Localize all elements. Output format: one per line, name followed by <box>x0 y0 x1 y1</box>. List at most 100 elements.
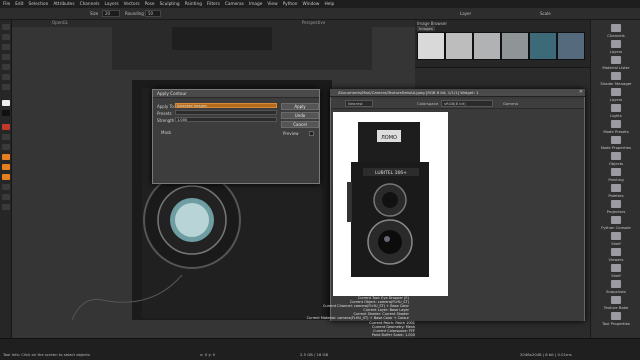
viewport-info-overlay: Current Patch: Patch 1001 Current Geomet… <box>220 321 415 338</box>
images-tab[interactable]: Images <box>417 26 435 31</box>
colorspace-dropdown[interactable]: sRGB(8 bit) <box>441 100 493 107</box>
zoom-tool-icon[interactable] <box>2 74 10 80</box>
tray-projectors[interactable]: Projectors <box>594 200 638 214</box>
menu-image[interactable]: Image <box>249 2 262 7</box>
blur-tool-icon[interactable] <box>2 174 10 180</box>
clone-tool-icon[interactable] <box>2 144 10 150</box>
tray-lights[interactable]: Lights <box>594 104 638 118</box>
status-tool-tip: Tool Info: Click on the screen to select… <box>3 352 90 357</box>
layers-icon <box>611 88 621 96</box>
fill-tool-icon[interactable] <box>2 154 10 160</box>
snapshots-icon <box>611 280 621 288</box>
rounding-field[interactable]: 50 <box>145 10 161 17</box>
brand-label: LUBITEL 166+ <box>375 170 407 176</box>
shader-manager-icon <box>611 72 621 80</box>
menu-filters[interactable]: Filters <box>207 2 220 7</box>
eyedropper-tool-icon[interactable] <box>2 184 10 190</box>
menu-python[interactable]: Python <box>283 2 298 7</box>
camera-photo: ЛОМО LUBITEL 166+ <box>333 112 448 296</box>
scale-label: Scale <box>540 11 551 16</box>
cancel-button[interactable]: Cancel <box>281 121 319 128</box>
tray-layers-2[interactable]: Layers <box>594 88 638 102</box>
size-field[interactable]: 20 <box>102 10 120 17</box>
foreground-color-swatch[interactable] <box>2 100 10 106</box>
lasso-tool-icon[interactable] <box>2 64 10 70</box>
tray-mode-presets[interactable]: Mode Presets <box>594 120 638 134</box>
close-icon[interactable]: ✕ <box>579 89 583 95</box>
rotate-tool-icon[interactable] <box>2 44 10 50</box>
mask-label[interactable]: Mask <box>161 130 171 135</box>
status-bar: Tool Info: Click on the screen to select… <box>0 338 640 360</box>
smear-tool-icon[interactable] <box>2 164 10 170</box>
shelf-icon <box>611 232 621 240</box>
move-tool-icon[interactable] <box>2 34 10 40</box>
tray-shelf-2[interactable]: Shelf <box>594 264 638 278</box>
menu-view[interactable]: View <box>267 2 277 7</box>
menu-cameras[interactable]: Cameras <box>225 2 244 7</box>
thumbnail-metal-grid-b[interactable] <box>501 32 529 60</box>
thumbnail-gradient[interactable] <box>557 32 585 60</box>
apply-button[interactable]: Apply <box>281 103 319 110</box>
thumbnail-metal-grid[interactable] <box>473 32 501 60</box>
menu-file[interactable]: File <box>3 2 10 7</box>
viewport-camera-label[interactable]: Perspective <box>302 20 325 25</box>
tool-properties-icon <box>611 312 621 320</box>
dialog-titlebar[interactable]: Apply Contour <box>153 90 319 98</box>
status-right: 2048x2048 | 8 bit | 0.01ms <box>520 352 572 357</box>
layer-label: Layer <box>460 11 472 16</box>
tray-shelf[interactable]: Shelf <box>594 232 638 246</box>
tray-snapshots[interactable]: Snapshots <box>594 280 638 294</box>
menu-window[interactable]: Window <box>303 2 320 7</box>
tray-tool-properties[interactable]: Tool Properties <box>594 312 638 326</box>
preview-checkbox[interactable] <box>309 131 314 136</box>
menu-edit[interactable]: Edit <box>15 2 23 7</box>
tray-channels[interactable]: Channels <box>594 24 638 38</box>
sculpt-tool-icon[interactable] <box>2 204 10 210</box>
pan-tool-icon[interactable] <box>2 84 10 90</box>
undo-button[interactable]: Undo <box>281 112 319 119</box>
presets-dropdown[interactable] <box>175 110 277 115</box>
menu-channels[interactable]: Channels <box>80 2 100 7</box>
palette-tray: Channels Layers Material Lister Shader M… <box>590 20 640 338</box>
tray-layers[interactable]: Layers <box>594 40 638 54</box>
strength-slider[interactable]: 1.000 <box>175 117 277 122</box>
tray-material-lister[interactable]: Material Lister <box>594 56 638 70</box>
status-coords: x: 0 y: 0 <box>200 352 216 357</box>
background-color-swatch[interactable] <box>2 110 10 116</box>
menu-bar: File Edit Selection Attributes Channels … <box>0 0 640 8</box>
scale-tool-icon[interactable] <box>2 54 10 60</box>
strength-label: Strength <box>157 118 175 123</box>
select-tool-icon[interactable] <box>2 24 10 30</box>
viewport-renderer-label: OpenGL <box>52 20 69 25</box>
menu-painting[interactable]: Painting <box>185 2 202 7</box>
thumbnail-camera[interactable] <box>417 32 445 60</box>
image-viewer-toolbar: Nearest Colorspace sRGB(8 bit) Gamma <box>331 99 584 109</box>
menu-layers[interactable]: Layers <box>104 2 118 7</box>
colorspace-label: Colorspace <box>417 101 439 106</box>
eraser-tool-icon[interactable] <box>2 134 10 140</box>
menu-pose[interactable]: Pose <box>145 2 155 7</box>
info-paint-buffer: Paint Buffer Scale: 1.000 <box>371 333 415 337</box>
paint-tool-icon[interactable] <box>2 124 10 130</box>
tray-objects[interactable]: Objects <box>594 152 638 166</box>
menu-selection[interactable]: Selection <box>29 2 49 7</box>
tray-viewers[interactable]: Viewers <box>594 248 638 262</box>
tray-node-properties[interactable]: Node Properties <box>594 136 638 150</box>
menu-vectors[interactable]: Vectors <box>124 2 140 7</box>
thumbnail-metal-1[interactable] <box>445 32 473 60</box>
gamma-label: Gamma <box>503 101 518 106</box>
transform-tool-icon[interactable] <box>2 194 10 200</box>
tray-painting[interactable]: Painting <box>594 168 638 182</box>
texture-bake-icon <box>611 296 621 304</box>
image-viewer-titlebar[interactable]: /Documents/Mari/Camera/TextureSetsAA.jpe… <box>330 89 585 97</box>
filter-mode-dropdown[interactable]: Nearest <box>345 100 373 107</box>
tray-palettes[interactable]: Palettes <box>594 184 638 198</box>
menu-help[interactable]: Help <box>324 2 334 7</box>
tray-python-console[interactable]: Python Console <box>594 216 638 230</box>
menu-sculpting[interactable]: Sculpting <box>160 2 180 7</box>
tray-shader-manager[interactable]: Shader Manager <box>594 72 638 86</box>
thumbnail-shutter[interactable] <box>529 32 557 60</box>
apply-to-dropdown[interactable]: Selected Images <box>175 103 277 108</box>
tray-texture-bake[interactable]: Texture Bake <box>594 296 638 310</box>
menu-attributes[interactable]: Attributes <box>53 2 74 7</box>
